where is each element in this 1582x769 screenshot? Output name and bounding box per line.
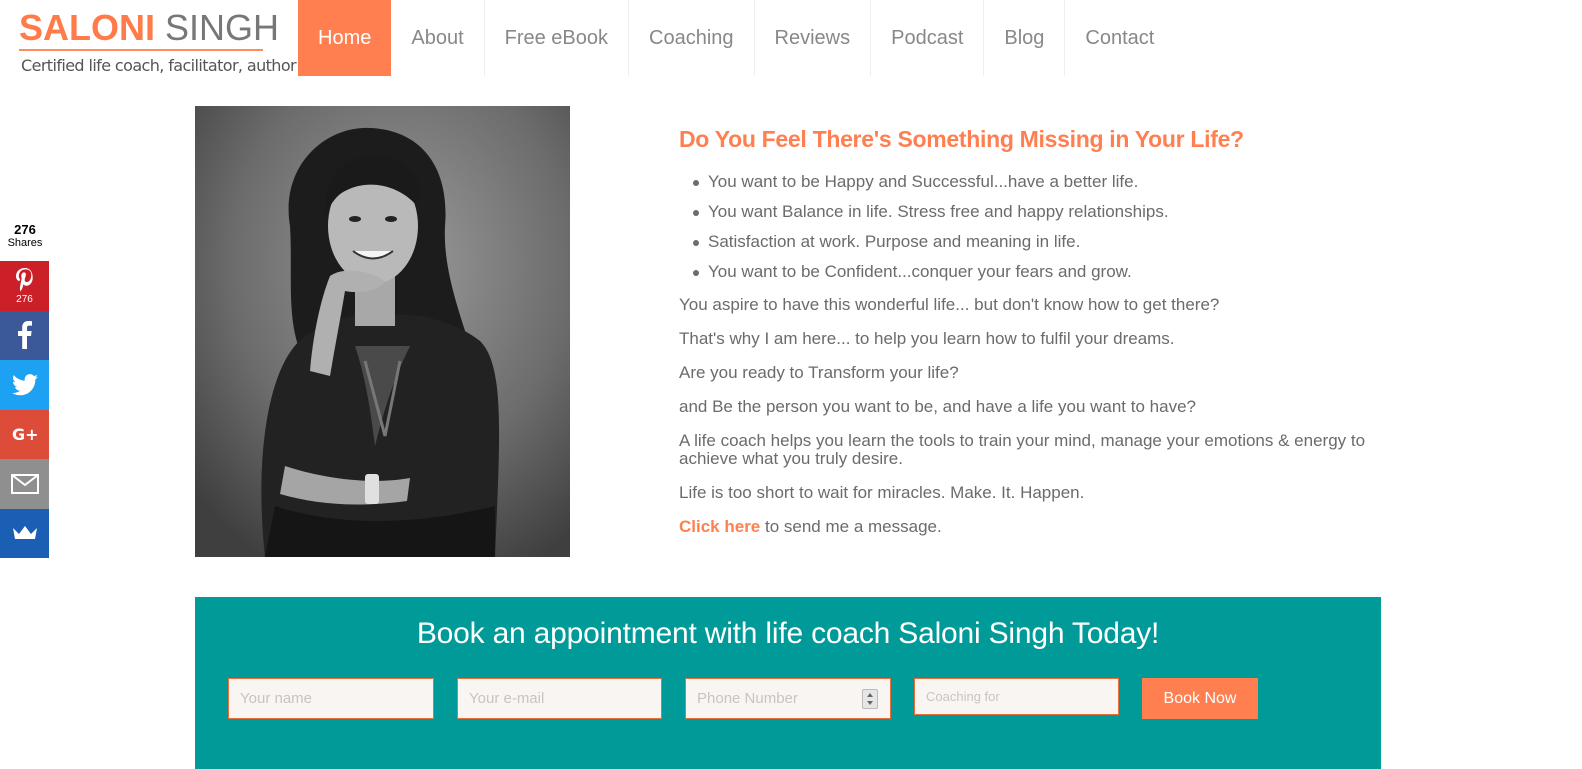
google-plus-share-button[interactable]: G+ xyxy=(0,409,49,459)
email-icon xyxy=(10,473,39,494)
svg-text:G+: G+ xyxy=(12,425,39,443)
share-count: 276 Shares xyxy=(0,222,50,249)
intro-paragraph: Are you ready to Transform your life? xyxy=(679,363,959,382)
logo-tagline: Certified life coach, facilitator, autho… xyxy=(21,56,297,75)
share-total-label: Shares xyxy=(7,237,43,249)
email-input[interactable]: Your e-mail xyxy=(457,678,662,719)
contact-cta-text: to send me a message. xyxy=(760,517,942,536)
pinterest-icon xyxy=(15,267,33,292)
list-item: Satisfaction at work. Purpose and meanin… xyxy=(693,227,1379,257)
intro-bullet-list: You want to be Happy and Successful...ha… xyxy=(693,167,1379,287)
logo-name: SALONI SINGH xyxy=(19,7,279,48)
logo-first-name: SALONI xyxy=(19,7,156,48)
intro-paragraph: A life coach helps you learn the tools t… xyxy=(679,431,1366,468)
share-bar: 276 G+ xyxy=(0,261,49,558)
main-nav: Home About Free eBook Coaching Reviews P… xyxy=(298,0,1174,76)
nav-item-home[interactable]: Home xyxy=(298,0,392,76)
facebook-share-button[interactable] xyxy=(0,310,49,360)
contact-link[interactable]: Click here xyxy=(679,517,760,536)
twitter-icon xyxy=(11,373,38,396)
profile-photo xyxy=(195,106,570,557)
email-placeholder: Your e-mail xyxy=(469,690,545,707)
nav-item-blog[interactable]: Blog xyxy=(984,0,1066,76)
booking-section: Book an appointment with life coach Salo… xyxy=(195,597,1381,769)
list-item: You want Balance in life. Stress free an… xyxy=(693,197,1379,227)
intro-paragraph: You aspire to have this wonderful life..… xyxy=(679,295,1220,314)
nav-item-about[interactable]: About xyxy=(391,0,485,76)
booking-title: Book an appointment with life coach Salo… xyxy=(416,617,1160,650)
sumo-crown-icon xyxy=(12,526,37,540)
logo-underline xyxy=(19,49,263,51)
facebook-icon xyxy=(17,321,32,350)
nav-item-podcast[interactable]: Podcast xyxy=(871,0,985,76)
coaching-placeholder: Coaching for xyxy=(926,689,1000,704)
pinterest-share-button[interactable]: 276 xyxy=(0,261,49,311)
name-input[interactable]: Your name xyxy=(228,678,434,719)
intro-paragraph: That's why I am here... to help you lear… xyxy=(679,329,1175,348)
sumo-share-button[interactable] xyxy=(0,508,49,558)
phone-placeholder: Phone Number xyxy=(697,690,798,707)
email-share-button[interactable] xyxy=(0,459,49,509)
logo-last-name: SINGH xyxy=(165,7,280,48)
google-plus-icon: G+ xyxy=(12,425,39,443)
nav-item-contact[interactable]: Contact xyxy=(1065,0,1174,76)
share-total: 276 xyxy=(14,222,36,237)
coaching-for-input[interactable]: Coaching for xyxy=(914,678,1119,715)
number-spinner-icon[interactable] xyxy=(862,689,878,709)
nav-item-free-ebook[interactable]: Free eBook xyxy=(485,0,630,76)
intro-section: Do You Feel There's Something Missing in… xyxy=(679,126,1379,552)
twitter-share-button[interactable] xyxy=(0,360,49,410)
intro-headline: Do You Feel There's Something Missing in… xyxy=(679,126,1244,152)
phone-input[interactable]: Phone Number xyxy=(685,678,891,719)
contact-cta: Click here to send me a message. xyxy=(679,518,1379,536)
intro-paragraph: and Be the person you want to be, and ha… xyxy=(679,397,1196,416)
site-logo[interactable]: SALONI SINGH Certified life coach, facil… xyxy=(19,7,297,78)
list-item: You want to be Happy and Successful...ha… xyxy=(693,167,1379,197)
portrait-illustration xyxy=(195,106,570,557)
list-item: You want to be Confident...conquer your … xyxy=(693,257,1379,287)
pinterest-count: 276 xyxy=(16,293,33,305)
book-now-button[interactable]: Book Now xyxy=(1142,678,1258,719)
nav-item-coaching[interactable]: Coaching xyxy=(629,0,755,76)
intro-paragraph: Life is too short to wait for miracles. … xyxy=(679,483,1085,502)
name-placeholder: Your name xyxy=(240,690,312,707)
nav-item-reviews[interactable]: Reviews xyxy=(755,0,872,76)
